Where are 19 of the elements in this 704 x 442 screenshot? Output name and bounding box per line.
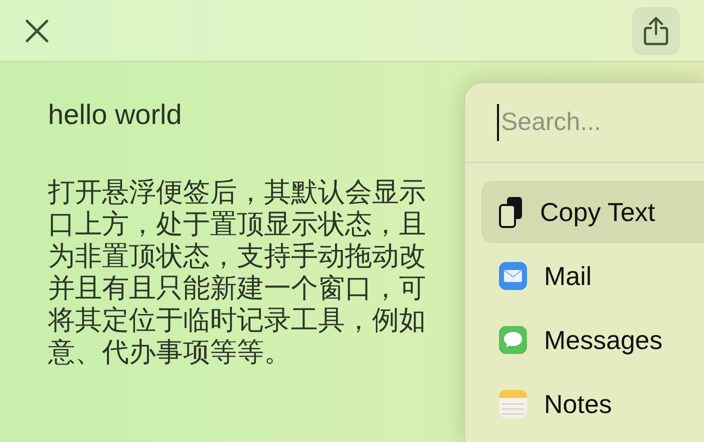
notepad-icon — [498, 389, 528, 419]
share-button[interactable] — [632, 6, 680, 54]
note-title: hello world — [48, 98, 182, 132]
close-icon[interactable] — [24, 18, 50, 44]
search-field[interactable]: Search... — [497, 104, 687, 142]
speech-bubble-icon — [498, 325, 528, 355]
note-text-line: 将其定位于临时记录工具，例如 — [48, 304, 426, 336]
share-icon — [643, 16, 669, 46]
copy-icon — [498, 196, 524, 228]
note-text-line: 并且有且只能新建一个窗口，可 — [48, 272, 426, 304]
share-menu-item[interactable]: Copy Text — [481, 181, 704, 243]
note-text-line: 意、代办事项等等。 — [48, 336, 291, 368]
share-menu-item[interactable]: Messages — [481, 309, 704, 371]
note-text-line: 为非置顶状态，支持手动拖动改 — [48, 240, 426, 272]
note-text-line: 口上方，处于置顶显示状态，且 — [48, 208, 426, 240]
note-text-line: 打开悬浮便签后，其默认会显示 — [48, 176, 426, 208]
share-menu-item[interactable]: Mail — [481, 245, 704, 307]
mail-icon — [498, 261, 528, 291]
share-menu-item[interactable]: Notes — [481, 373, 704, 435]
